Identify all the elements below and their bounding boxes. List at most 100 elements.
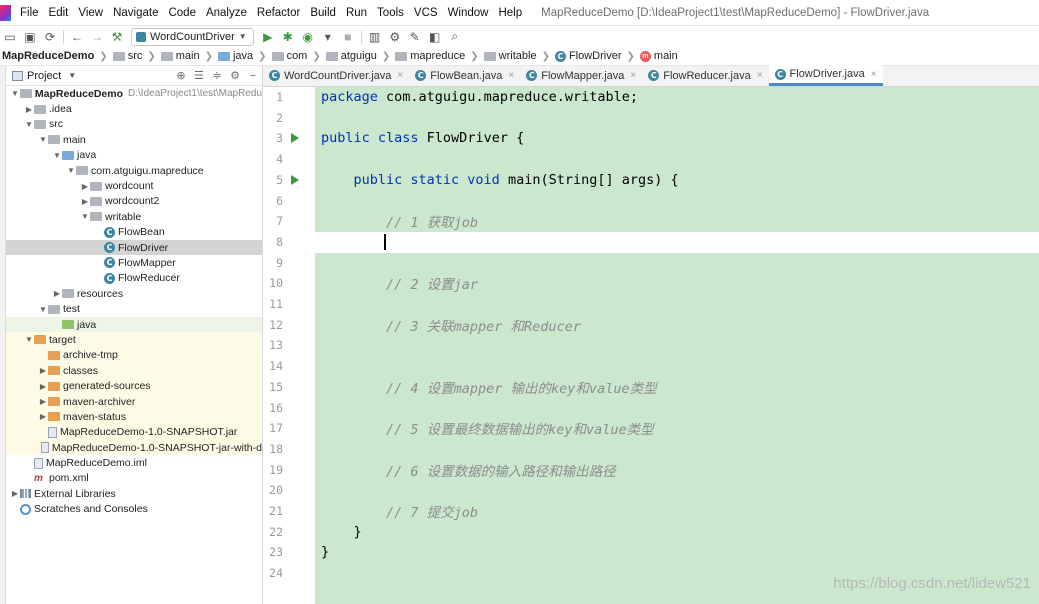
breadcrumb-mapreduce[interactable]: mapreduce [393,50,467,62]
chevron-right-icon[interactable]: ▶ [38,382,48,391]
chevron-down-icon[interactable]: ▼ [24,335,34,344]
code-editor[interactable]: 1 2 3 4 5 6 7 8 9 10 11 12 13 14 15 16 17 18 19 20 21 22 23 24 … [263,87,1039,604]
tab-flowmapper[interactable]: C FlowMapper.java × [520,65,642,86]
breadcrumb-writable[interactable]: writable [482,50,539,62]
code-line-7[interactable]: // 1 获取job [321,211,478,231]
menu-window[interactable]: Window [443,7,494,19]
tree-item[interactable]: ▶ maven-archiver [6,393,262,410]
chevron-down-icon[interactable]: ▼ [66,166,76,175]
menu-vcs[interactable]: VCS [409,7,443,19]
tree-item[interactable]: m pom.xml [6,471,262,486]
tree-item[interactable]: ▶ wordcount2 [6,194,262,209]
tab-flowreducer[interactable]: C FlowReducer.java × [642,65,768,86]
coverage-icon[interactable]: ◉ [298,27,318,46]
code-line-10[interactable]: // 2 设置jar [321,273,478,293]
menu-edit[interactable]: Edit [44,7,74,19]
code-line-17[interactable]: // 5 设置最终数据输出的key和value类型 [321,418,654,438]
tree-item[interactable]: ▼ java [6,148,262,163]
run-icon[interactable]: ▶ [258,27,278,46]
open-folder-icon[interactable]: ▭ [0,27,20,46]
chevron-right-icon[interactable]: ▶ [80,182,90,191]
tree-item[interactable]: ▶ .idea [6,101,262,116]
chevron-right-icon[interactable]: ▶ [38,412,48,421]
locate-target-icon[interactable]: ⊕ [172,69,190,82]
code-area[interactable] [315,87,1039,604]
breadcrumb-project[interactable]: MapReduceDemo [0,50,96,62]
tab-flowdriver[interactable]: C FlowDriver.java × [768,65,883,86]
sdk-icon[interactable]: ⚙ [385,27,405,46]
tree-item[interactable]: ▶ External Libraries [6,486,262,501]
tree-item[interactable]: C FlowMapper [6,255,262,270]
menu-file[interactable]: File [15,7,44,19]
chevron-down-icon[interactable]: ▼ [24,120,34,129]
code-line-5[interactable]: public static void main(String[] args) { [321,170,679,190]
project-structure-icon[interactable]: ▥ [365,27,385,46]
chevron-right-icon[interactable]: ▶ [10,489,20,498]
editor-gutter[interactable]: 1 2 3 4 5 6 7 8 9 10 11 12 13 14 15 16 17 18 19 20 21 22 23 24 [263,87,315,604]
menu-analyze[interactable]: Analyze [201,7,252,19]
search-icon[interactable]: ⌕ [445,27,465,46]
tree-item[interactable]: ▼ com.atguigu.mapreduce [6,163,262,178]
code-line-15[interactable]: // 4 设置mapper 输出的key和value类型 [321,377,657,397]
close-icon[interactable]: × [630,70,636,81]
tree-item[interactable]: ▼ src [6,117,262,132]
expand-all-icon[interactable]: ☰ [190,69,208,82]
tree-item[interactable]: ▶ maven-status [6,409,262,425]
back-arrow-icon[interactable]: ← [67,27,87,46]
save-all-icon[interactable]: ▣ [20,27,40,46]
tree-item[interactable]: ▼ writable [6,209,262,224]
code-line-1[interactable]: package com.atguigu.mapreduce.writable; [321,87,638,107]
menu-refactor[interactable]: Refactor [252,7,305,19]
menu-build[interactable]: Build [305,7,341,19]
breadcrumb-flowdriver[interactable]: C FlowDriver [553,50,624,62]
more-run-options-icon[interactable]: ▾ [318,27,338,46]
code-line-3[interactable]: public class FlowDriver { [321,128,524,148]
menu-navigate[interactable]: Navigate [108,7,163,19]
tree-item[interactable]: java [6,316,262,333]
breadcrumb-src[interactable]: src [111,50,145,62]
collapse-all-icon[interactable]: ≑ [208,69,226,82]
tree-item[interactable]: ▼ main [6,132,262,147]
chevron-down-icon[interactable]: ▼ [80,212,90,221]
tree-item[interactable]: ▶ classes [6,363,262,379]
tab-wordcountdriver[interactable]: C WordCountDriver.java × [263,65,409,86]
run-configuration-select[interactable]: WordCountDriver ▼ [131,27,254,46]
chevron-down-icon[interactable]: ▼ [10,89,20,98]
settings-gear-icon[interactable]: ⚙ [226,69,244,82]
chevron-right-icon[interactable]: ▶ [24,105,34,114]
tree-item[interactable]: ▼ MapReduceDemo D:\IdeaProject1\test\MapRe… [6,86,262,101]
run-class-icon[interactable] [291,133,299,143]
chevron-down-icon[interactable]: ▼ [38,305,48,314]
project-view-select[interactable]: Project ▼ [12,70,76,82]
code-line-12[interactable]: // 3 关联mapper 和Reducer [321,315,581,335]
hide-minus-icon[interactable]: − [244,70,262,82]
breadcrumb-java[interactable]: java [216,50,255,62]
close-icon[interactable]: × [397,70,403,81]
tree-item[interactable]: MapReduceDemo-1.0-SNAPSHOT-jar-with-d [6,439,262,456]
menu-view[interactable]: View [73,7,108,19]
debug-icon[interactable]: ✱ [278,27,298,46]
tree-item[interactable]: MapReduceDemo-1.0-SNAPSHOT.jar [6,424,262,440]
chevron-right-icon[interactable]: ▶ [52,289,62,298]
run-main-icon[interactable] [291,175,299,185]
tree-item[interactable]: MapReduceDemo.iml [6,455,262,470]
sync-icon[interactable]: ⟳ [40,27,60,46]
tree-item[interactable]: C FlowBean [6,225,262,240]
chevron-right-icon[interactable]: ▶ [80,197,90,206]
forward-arrow-icon[interactable]: → [87,27,107,46]
code-line-21[interactable]: // 7 提交job [321,501,478,521]
code-line-23[interactable]: } [321,542,329,562]
chevron-right-icon[interactable]: ▶ [38,366,48,375]
breadcrumb-main-method[interactable]: m main [638,50,680,62]
menu-code[interactable]: Code [163,7,201,19]
code-line-22[interactable]: } [321,522,362,542]
tree-item[interactable]: ▶ resources [6,286,262,301]
tab-flowbean[interactable]: C FlowBean.java × [409,65,520,86]
stop-icon[interactable]: ■ [338,27,358,46]
tree-item[interactable]: Scratches and Consoles [6,502,262,517]
menu-tools[interactable]: Tools [372,7,409,19]
tree-item[interactable]: C FlowReducer [6,271,262,286]
tree-item[interactable]: ▶ wordcount [6,178,262,193]
settings-wrench-icon[interactable]: ✎ [405,27,425,46]
breadcrumb-atguigu[interactable]: atguigu [324,50,379,62]
